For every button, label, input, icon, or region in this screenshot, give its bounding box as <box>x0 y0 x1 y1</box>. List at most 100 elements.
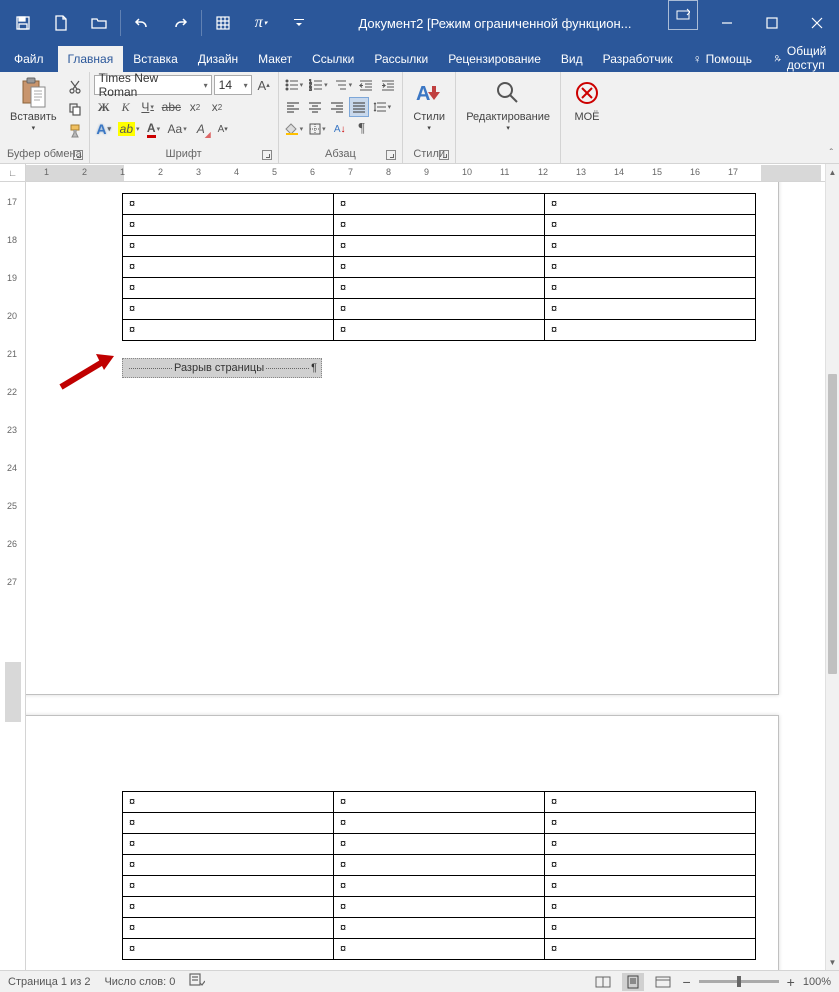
font-color-button[interactable]: A <box>144 119 164 139</box>
new-doc-button[interactable] <box>42 0 80 46</box>
table-row[interactable]: ¤¤¤ <box>123 278 756 299</box>
table-cell[interactable]: ¤ <box>334 792 545 813</box>
table-cell[interactable]: ¤ <box>545 299 756 320</box>
highlight-button[interactable]: ab <box>116 119 142 139</box>
scroll-up-button[interactable]: ▲ <box>826 164 839 180</box>
undo-button[interactable] <box>123 0 161 46</box>
page-indicator[interactable]: Страница 1 из 2 <box>8 976 90 988</box>
shading-button[interactable] <box>283 119 306 139</box>
tab-insert[interactable]: Вставка <box>123 46 188 72</box>
table-cell[interactable]: ¤ <box>545 236 756 257</box>
share-button[interactable]: Общий доступ <box>762 44 839 72</box>
line-spacing-button[interactable] <box>371 97 394 117</box>
table-row[interactable]: ¤¤¤ <box>123 215 756 236</box>
paste-button[interactable]: Вставить ▾ <box>4 75 63 135</box>
vertical-scrollbar[interactable]: ▲ ▼ <box>825 164 839 970</box>
redo-button[interactable] <box>161 0 199 46</box>
italic-button[interactable]: К <box>116 97 136 117</box>
table-cell[interactable]: ¤ <box>334 194 545 215</box>
font-size-select[interactable]: 14 <box>214 75 252 95</box>
multilevel-button[interactable] <box>332 75 355 95</box>
page-break-indicator[interactable]: Разрыв страницы¶ <box>122 358 322 378</box>
table-cell[interactable]: ¤ <box>123 278 334 299</box>
tab-mailings[interactable]: Рассылки <box>364 46 438 72</box>
table-cell[interactable]: ¤ <box>334 299 545 320</box>
tab-file[interactable]: Файл <box>0 46 58 72</box>
table-button[interactable] <box>204 0 242 46</box>
table-row[interactable]: ¤¤¤ <box>123 834 756 855</box>
bullets-button[interactable] <box>283 75 306 95</box>
table-cell[interactable]: ¤ <box>334 236 545 257</box>
table-row[interactable]: ¤¤¤ <box>123 320 756 341</box>
table-row[interactable]: ¤¤¤ <box>123 939 756 960</box>
word-count[interactable]: Число слов: 0 <box>104 976 175 988</box>
table-cell[interactable]: ¤ <box>545 278 756 299</box>
underline-button[interactable]: Ч <box>138 97 158 117</box>
table-row[interactable]: ¤¤¤ <box>123 897 756 918</box>
maximize-button[interactable] <box>749 0 794 46</box>
tab-selector[interactable]: ∟ <box>0 164 26 182</box>
save-button[interactable] <box>4 0 42 46</box>
tab-layout[interactable]: Макет <box>248 46 302 72</box>
table-cell[interactable]: ¤ <box>334 876 545 897</box>
read-mode-button[interactable] <box>592 973 614 991</box>
align-center-button[interactable] <box>305 97 325 117</box>
table-row[interactable]: ¤¤¤ <box>123 855 756 876</box>
clipboard-dialog-launcher[interactable] <box>73 150 83 160</box>
table-cell[interactable]: ¤ <box>545 834 756 855</box>
tab-view[interactable]: Вид <box>551 46 593 72</box>
horizontal-ruler[interactable]: ∟ 121234567891011121314151617 <box>0 164 839 182</box>
my-button[interactable]: МОЁ <box>565 75 609 125</box>
format-painter-button[interactable] <box>65 121 85 141</box>
table-cell[interactable]: ¤ <box>545 194 756 215</box>
table-cell[interactable]: ¤ <box>545 939 756 960</box>
align-right-button[interactable] <box>327 97 347 117</box>
table-cell[interactable]: ¤ <box>123 918 334 939</box>
table-cell[interactable]: ¤ <box>123 834 334 855</box>
numbering-button[interactable]: 123 <box>307 75 330 95</box>
tab-home[interactable]: Главная <box>58 46 124 72</box>
superscript-button[interactable]: x2 <box>207 97 227 117</box>
strike-button[interactable]: abc <box>160 97 183 117</box>
borders-button[interactable] <box>307 119 328 139</box>
table-cell[interactable]: ¤ <box>545 320 756 341</box>
print-layout-button[interactable] <box>622 973 644 991</box>
table-row[interactable]: ¤¤¤ <box>123 236 756 257</box>
font-name-select[interactable]: Times New Roman <box>94 75 212 95</box>
table-cell[interactable]: ¤ <box>545 813 756 834</box>
table-cell[interactable]: ¤ <box>545 257 756 278</box>
grow-font-button[interactable]: A▴ <box>254 75 274 95</box>
table-cell[interactable]: ¤ <box>334 278 545 299</box>
minimize-button[interactable] <box>704 0 749 46</box>
table-cell[interactable]: ¤ <box>123 299 334 320</box>
zoom-out-button[interactable]: − <box>682 974 690 990</box>
bold-button[interactable]: Ж <box>94 97 114 117</box>
table-cell[interactable]: ¤ <box>334 918 545 939</box>
increase-indent-button[interactable] <box>378 75 398 95</box>
table-cell[interactable]: ¤ <box>545 918 756 939</box>
table-cell[interactable]: ¤ <box>545 792 756 813</box>
align-left-button[interactable] <box>283 97 303 117</box>
justify-button[interactable] <box>349 97 369 117</box>
table-cell[interactable]: ¤ <box>123 813 334 834</box>
shrink-font-button[interactable]: A▾ <box>213 119 233 139</box>
paragraph-dialog-launcher[interactable] <box>386 150 396 160</box>
cut-button[interactable] <box>65 77 85 97</box>
table-cell[interactable]: ¤ <box>123 792 334 813</box>
table-cell[interactable]: ¤ <box>334 939 545 960</box>
table-cell[interactable]: ¤ <box>334 834 545 855</box>
table-cell[interactable]: ¤ <box>545 855 756 876</box>
qat-more-button[interactable] <box>280 0 318 46</box>
zoom-slider[interactable] <box>699 980 779 983</box>
zoom-level[interactable]: 100% <box>803 976 831 988</box>
table-cell[interactable]: ¤ <box>545 897 756 918</box>
decrease-indent-button[interactable] <box>356 75 376 95</box>
tab-design[interactable]: Дизайн <box>188 46 248 72</box>
table-cell[interactable]: ¤ <box>334 320 545 341</box>
table-cell[interactable]: ¤ <box>334 897 545 918</box>
font-dialog-launcher[interactable] <box>262 150 272 160</box>
table-row[interactable]: ¤¤¤ <box>123 299 756 320</box>
table-cell[interactable]: ¤ <box>123 876 334 897</box>
change-case-button[interactable]: Aa <box>166 119 189 139</box>
vertical-ruler[interactable]: 1718192021222324252627 <box>0 182 26 970</box>
